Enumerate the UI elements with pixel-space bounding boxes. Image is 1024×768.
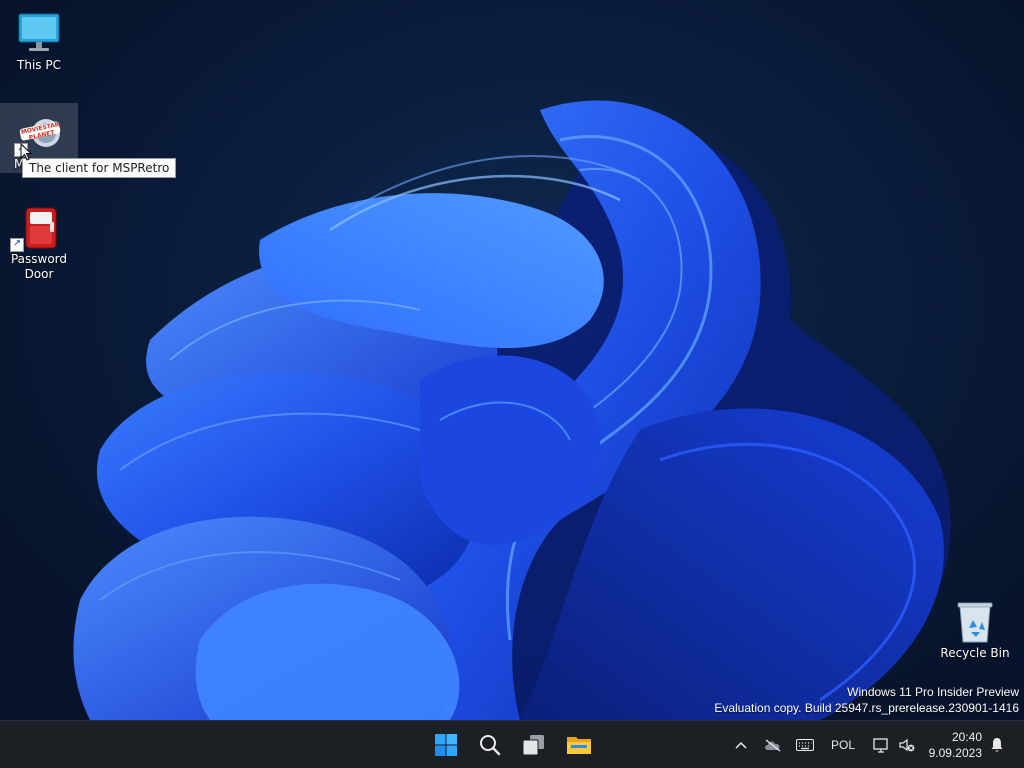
desktop[interactable]: This PC MOVIESTAR PLANET ↗ M ↗ Password … [0, 0, 1024, 720]
bloom-wallpaper [73, 100, 951, 720]
desktop-icon-label: This PC [17, 58, 61, 72]
monitor-icon [16, 10, 62, 56]
clock-date: 9.09.2023 [928, 746, 982, 760]
onedrive-tray-button[interactable] [760, 731, 786, 759]
show-hidden-icons-button[interactable] [730, 731, 752, 759]
start-button[interactable] [428, 727, 464, 763]
network-tray-button[interactable] [868, 731, 894, 759]
watermark-build: Evaluation copy. Build 25947.rs_prerelea… [714, 701, 1019, 715]
taskbar: POL 20:40 9.09.2023 [0, 720, 1024, 768]
clock-time: 20:40 [951, 730, 982, 744]
cloud-off-icon [765, 739, 781, 752]
keyboard-icon [796, 739, 814, 751]
task-view-icon [522, 735, 544, 756]
tooltip: The client for MSPRetro [22, 158, 177, 178]
volume-muted-icon [899, 738, 915, 752]
search-icon [480, 735, 501, 756]
mouse-cursor-icon [20, 143, 32, 161]
start-icon [435, 734, 457, 756]
file-explorer-icon [567, 737, 591, 754]
recycle-bin-icon [952, 598, 998, 644]
clock-button[interactable]: 20:40 9.09.2023 [929, 729, 982, 761]
input-language-button[interactable]: POL [826, 731, 860, 759]
shortcut-arrow-icon: ↗ [10, 238, 24, 252]
notifications-button[interactable] [986, 731, 1008, 759]
desktop-icon-this-pc[interactable]: This PC [0, 4, 78, 73]
evaluation-watermark: Windows 11 Pro Insider Preview Evaluatio… [714, 684, 1019, 716]
touch-keyboard-button[interactable] [792, 731, 818, 759]
search-button[interactable] [472, 727, 508, 763]
desktop-icon-label: Recycle Bin [940, 646, 1010, 660]
password-door-icon: ↗ [10, 204, 62, 252]
desktop-icon-label: Password Door [10, 252, 68, 281]
desktop-icon-password-door[interactable]: ↗ Password Door [0, 198, 78, 282]
network-disconnected-icon [873, 738, 888, 753]
watermark-edition: Windows 11 Pro Insider Preview [847, 685, 1019, 699]
chevron-up-icon [735, 741, 747, 749]
bell-icon [991, 738, 1003, 752]
file-explorer-button[interactable] [561, 727, 597, 763]
desktop-icon-recycle-bin[interactable]: Recycle Bin [936, 592, 1014, 661]
task-view-button[interactable] [516, 727, 552, 763]
volume-tray-button[interactable] [894, 731, 920, 759]
